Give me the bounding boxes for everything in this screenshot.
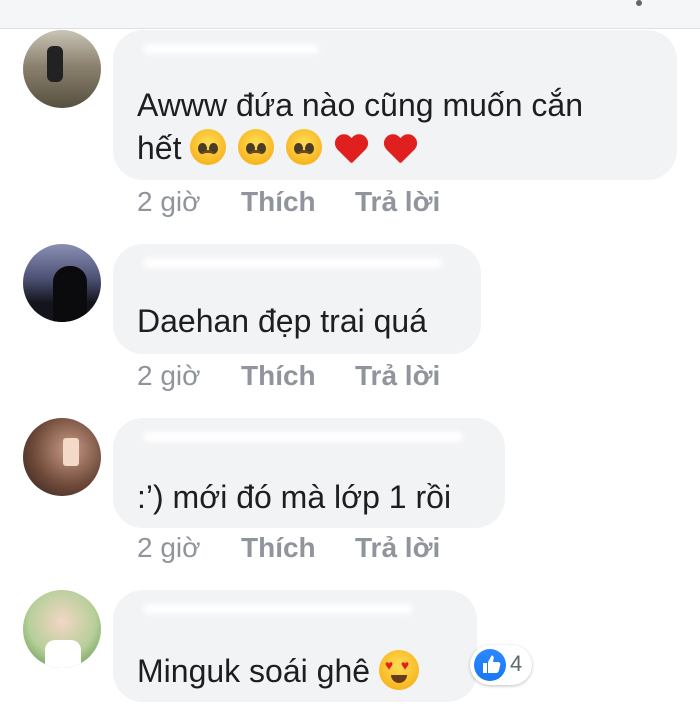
reply-button[interactable]: Trả lời [355,360,440,392]
avatar[interactable] [23,30,101,108]
red-heart-icon [383,133,417,165]
comment-text-line2: hết [137,123,423,173]
heart-eyes-face-icon: ♥ ♥ [378,650,419,690]
avatar-figure [47,46,63,82]
avatar-figure [63,438,79,466]
avatar[interactable] [23,418,101,496]
avatar[interactable] [23,590,101,668]
like-button[interactable]: Thích [241,532,316,564]
reply-button[interactable]: Trả lời [355,532,440,564]
comment-text: Daehan đẹp trai quá [137,303,427,339]
red-heart-icon [334,133,368,165]
thumbs-up-icon [483,655,501,673]
pleading-face-icon [286,129,323,165]
author-name[interactable] [143,44,319,54]
like-button[interactable]: Thích [241,360,316,392]
author-name[interactable] [143,604,413,614]
timestamp[interactable]: 2 giờ [137,186,201,218]
comment-bubble: Minguk soái ghê ♥ ♥ [113,590,477,702]
comment-text-part: hết [137,130,182,166]
timestamp[interactable]: 2 giờ [137,360,201,392]
comment-text: :’) mới đó mà lớp 1 rồi [137,479,452,515]
reply-button[interactable]: Trả lời [355,186,440,218]
like-icon [474,649,506,681]
top-bar [0,0,700,29]
comment-bubble: Daehan đẹp trai quá [113,244,481,354]
reaction-summary[interactable]: 4 [470,645,532,685]
menu-dot-icon[interactable] [636,0,642,6]
like-button[interactable]: Thích [241,186,316,218]
reaction-count: 4 [510,651,523,676]
comment-text-part: Minguk soái ghê [137,653,371,689]
pleading-face-icon [190,129,227,165]
timestamp[interactable]: 2 giờ [137,532,201,564]
avatar-figure [53,266,87,322]
pleading-face-icon [238,129,275,165]
comment-bubble: :’) mới đó mà lớp 1 rồi [113,418,505,528]
comment-bubble: Awww đứa nào cũng muốn cắn hết [113,30,677,180]
avatar-figure [45,640,81,668]
author-name[interactable] [143,432,463,442]
author-name[interactable] [143,258,443,268]
avatar[interactable] [23,244,101,322]
comment-text: Minguk soái ghê ♥ ♥ [137,646,419,696]
